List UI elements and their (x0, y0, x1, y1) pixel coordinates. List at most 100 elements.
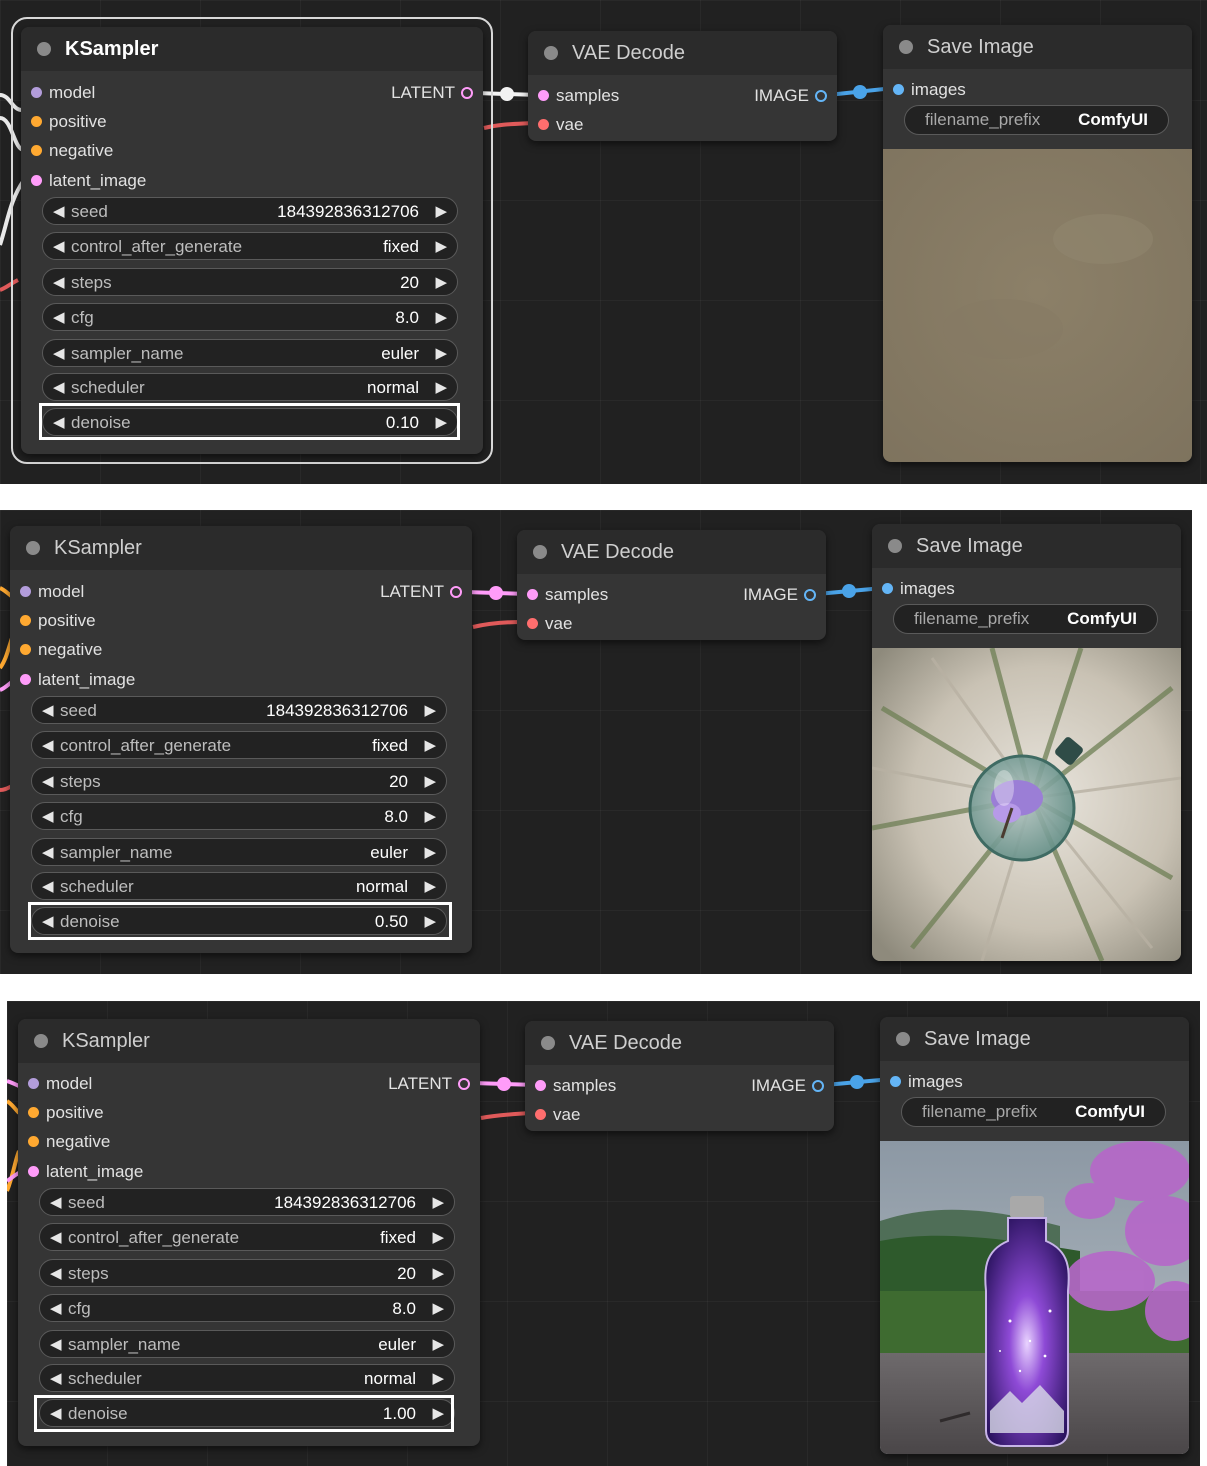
vae-decode-node[interactable]: VAE Decode samples IMAGE vae (528, 31, 837, 141)
collapse-dot-icon[interactable] (533, 545, 547, 559)
control-after-generate-value[interactable]: fixed (380, 1224, 416, 1252)
collapse-dot-icon[interactable] (544, 46, 558, 60)
save-image-node[interactable]: Save Image images filename_prefix ComfyUI (883, 25, 1192, 462)
negative-input[interactable]: negative (16, 638, 102, 662)
model-input[interactable]: model (16, 580, 84, 604)
decrement-arrow-icon[interactable]: ◀ (42, 873, 54, 901)
increment-arrow-icon[interactable]: ▶ (435, 198, 447, 226)
ksampler-node[interactable]: KSampler model LATENT positive negative … (21, 27, 483, 454)
save-image-node[interactable]: Save Image images filename_prefix ComfyUI (880, 1017, 1189, 1454)
control-after-generate-value[interactable]: fixed (372, 732, 408, 760)
decrement-arrow-icon[interactable]: ◀ (42, 768, 54, 796)
steps-value[interactable]: 20 (389, 768, 408, 796)
steps-value[interactable]: 20 (400, 269, 419, 297)
increment-arrow-icon[interactable]: ▶ (424, 873, 436, 901)
decrement-arrow-icon[interactable]: ◀ (42, 803, 54, 831)
decrement-arrow-icon[interactable]: ◀ (50, 1365, 62, 1393)
seed-widget[interactable]: ◀ seed 184392836312706 ▶ (39, 1188, 455, 1216)
decrement-arrow-icon[interactable]: ◀ (53, 198, 65, 226)
scheduler-widget[interactable]: ◀ scheduler normal ▶ (42, 373, 458, 401)
decrement-arrow-icon[interactable]: ◀ (53, 374, 65, 402)
collapse-dot-icon[interactable] (888, 539, 902, 553)
latent-output[interactable]: LATENT (380, 580, 466, 604)
images-slot-icon[interactable] (890, 1076, 901, 1087)
ksampler-node[interactable]: KSampler model LATENT positive negative … (18, 1019, 480, 1446)
images-input[interactable]: images (889, 78, 966, 102)
save-image-title-bar[interactable]: Save Image (880, 1017, 1189, 1061)
save-image-title-bar[interactable]: Save Image (872, 524, 1181, 568)
vae-input[interactable]: vae (523, 612, 572, 636)
ksampler-title-bar[interactable]: KSampler (21, 27, 483, 71)
images-slot-icon[interactable] (882, 583, 893, 594)
image-output[interactable]: IMAGE (751, 1074, 828, 1098)
collapse-dot-icon[interactable] (541, 1036, 555, 1050)
scheduler-widget[interactable]: ◀ scheduler normal ▶ (31, 872, 447, 900)
latent-image-input[interactable]: latent_image (27, 169, 146, 193)
steps-widget[interactable]: ◀ steps 20 ▶ (42, 268, 458, 296)
scheduler-value[interactable]: normal (356, 873, 408, 901)
decrement-arrow-icon[interactable]: ◀ (42, 697, 54, 725)
increment-arrow-icon[interactable]: ▶ (424, 839, 436, 867)
control-after-generate-value[interactable]: fixed (383, 233, 419, 261)
increment-arrow-icon[interactable]: ▶ (435, 304, 447, 332)
filename-prefix-value[interactable]: ComfyUI (1067, 605, 1137, 633)
samples-slot-icon[interactable] (527, 589, 538, 600)
vae-decode-node[interactable]: VAE Decode samples IMAGE vae (525, 1021, 834, 1131)
collapse-dot-icon[interactable] (899, 40, 913, 54)
image-output[interactable]: IMAGE (743, 583, 820, 607)
positive-slot-icon[interactable] (28, 1107, 39, 1118)
increment-arrow-icon[interactable]: ▶ (435, 233, 447, 261)
model-input[interactable]: model (27, 81, 95, 105)
increment-arrow-icon[interactable]: ▶ (432, 1331, 444, 1359)
vae-slot-icon[interactable] (535, 1109, 546, 1120)
increment-arrow-icon[interactable]: ▶ (435, 374, 447, 402)
latent-image-input[interactable]: latent_image (16, 668, 135, 692)
steps-value[interactable]: 20 (397, 1260, 416, 1288)
image-output-slot-icon[interactable] (812, 1080, 824, 1092)
increment-arrow-icon[interactable]: ▶ (424, 768, 436, 796)
seed-value[interactable]: 184392836312706 (266, 697, 408, 725)
cfg-value[interactable]: 8.0 (392, 1295, 416, 1323)
increment-arrow-icon[interactable]: ▶ (432, 1260, 444, 1288)
positive-input[interactable]: positive (27, 110, 107, 134)
seed-widget[interactable]: ◀ seed 184392836312706 ▶ (31, 696, 447, 724)
ksampler-title-bar[interactable]: KSampler (18, 1019, 480, 1063)
sampler-name-widget[interactable]: ◀ sampler_name euler ▶ (42, 339, 458, 367)
save-image-node[interactable]: Save Image images filename_prefix ComfyUI (872, 524, 1181, 961)
vae-decode-title-bar[interactable]: VAE Decode (525, 1021, 834, 1065)
sampler-name-widget[interactable]: ◀ sampler_name euler ▶ (31, 838, 447, 866)
images-input[interactable]: images (886, 1070, 963, 1094)
vae-decode-title-bar[interactable]: VAE Decode (528, 31, 837, 75)
steps-widget[interactable]: ◀ steps 20 ▶ (39, 1259, 455, 1287)
decrement-arrow-icon[interactable]: ◀ (42, 732, 54, 760)
negative-slot-icon[interactable] (28, 1136, 39, 1147)
filename-prefix-widget[interactable]: filename_prefix ComfyUI (904, 105, 1169, 135)
collapse-dot-icon[interactable] (896, 1032, 910, 1046)
negative-slot-icon[interactable] (31, 145, 42, 156)
control-after-generate-widget[interactable]: ◀ control_after_generate fixed ▶ (39, 1223, 455, 1251)
increment-arrow-icon[interactable]: ▶ (432, 1189, 444, 1217)
collapse-dot-icon[interactable] (37, 42, 51, 56)
filename-prefix-value[interactable]: ComfyUI (1078, 106, 1148, 134)
images-input[interactable]: images (878, 577, 955, 601)
latent-image-slot-icon[interactable] (28, 1166, 39, 1177)
decrement-arrow-icon[interactable]: ◀ (53, 340, 65, 368)
negative-slot-icon[interactable] (20, 644, 31, 655)
save-image-title-bar[interactable]: Save Image (883, 25, 1192, 69)
increment-arrow-icon[interactable]: ▶ (424, 732, 436, 760)
decrement-arrow-icon[interactable]: ◀ (42, 839, 54, 867)
model-slot-icon[interactable] (31, 87, 42, 98)
ksampler-node[interactable]: KSampler model LATENT positive negative … (10, 526, 472, 953)
sampler-name-widget[interactable]: ◀ sampler_name euler ▶ (39, 1330, 455, 1358)
latent-output[interactable]: LATENT (391, 81, 477, 105)
sampler-name-value[interactable]: euler (381, 340, 419, 368)
image-output[interactable]: IMAGE (754, 84, 831, 108)
vae-decode-title-bar[interactable]: VAE Decode (517, 530, 826, 574)
scheduler-widget[interactable]: ◀ scheduler normal ▶ (39, 1364, 455, 1392)
decrement-arrow-icon[interactable]: ◀ (50, 1295, 62, 1323)
samples-slot-icon[interactable] (538, 90, 549, 101)
ksampler-title-bar[interactable]: KSampler (10, 526, 472, 570)
decrement-arrow-icon[interactable]: ◀ (53, 269, 65, 297)
positive-slot-icon[interactable] (31, 116, 42, 127)
increment-arrow-icon[interactable]: ▶ (432, 1365, 444, 1393)
